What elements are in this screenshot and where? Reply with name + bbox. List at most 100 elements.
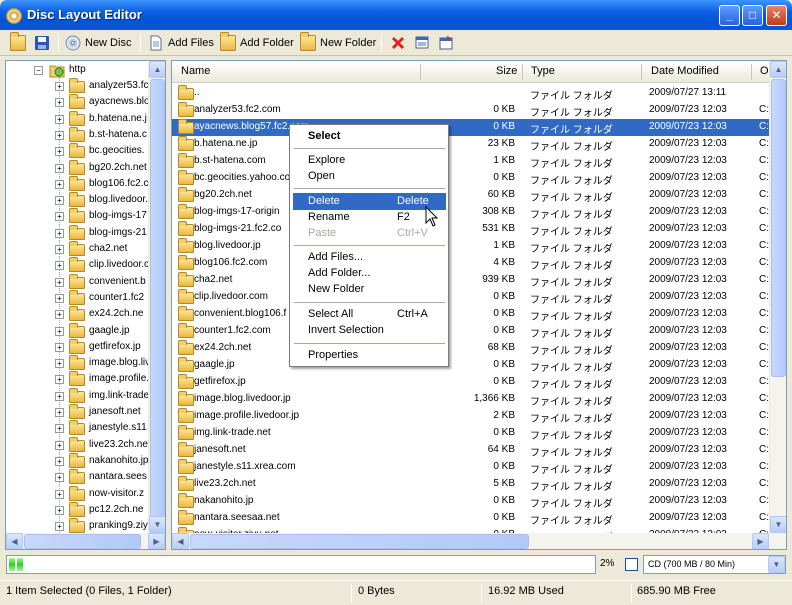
tree-item[interactable]: + b.st-hatena.c <box>6 126 156 144</box>
expand-icon[interactable]: + <box>55 277 64 287</box>
expand-icon[interactable]: + <box>55 522 64 532</box>
menu-item-delete[interactable]: Delete Delete <box>293 193 446 210</box>
scroll-thumb[interactable] <box>771 79 786 377</box>
expand-icon[interactable]: + <box>55 179 64 189</box>
expand-icon[interactable]: + <box>55 212 64 222</box>
table-row[interactable]: blog-imgs-21.fc2.co 531 KB ファイル フォルダ 2009/0… <box>172 221 772 238</box>
tree-item[interactable]: + convenient.b <box>6 273 156 291</box>
add-files-button[interactable]: Add Files <box>148 33 214 53</box>
tree-item[interactable]: + blog.livedoor. <box>6 192 156 209</box>
disc-type-select[interactable]: CD (700 MB / 80 Min) ▼ <box>643 555 786 574</box>
menu-item-rename[interactable]: Rename F2 <box>293 209 446 226</box>
open-button[interactable] <box>10 32 30 53</box>
menu-item-add-files[interactable]: Add Files... <box>293 249 446 266</box>
maximize-button[interactable]: □ <box>742 5 763 26</box>
table-row[interactable]: nakanohito.jp 0 KB ファイル フォルダ 2009/07/23 12:… <box>172 493 772 510</box>
tree-item[interactable]: + gaagle.jp <box>6 322 156 340</box>
table-row[interactable]: bc.geocities.yahoo.co 0 KB ファイル フォルダ 2009/0… <box>172 170 772 187</box>
scroll-thumb[interactable] <box>190 534 529 549</box>
scroll-left-icon[interactable]: ◀ <box>6 533 23 549</box>
table-row[interactable]: nantara.seesaa.net 0 KB ファイル フォルダ 2009/07/2… <box>172 510 772 527</box>
column-header-other[interactable]: O <box>760 65 769 77</box>
expand-icon[interactable]: + <box>55 359 64 369</box>
expand-icon[interactable]: + <box>55 424 64 434</box>
title-bar[interactable]: Disc Layout Editor _ □ ✕ <box>0 0 792 30</box>
tree-item[interactable]: + now-visitor.z <box>6 485 156 503</box>
minimize-button[interactable]: _ <box>719 5 740 26</box>
menu-item-select[interactable]: Select <box>293 128 446 145</box>
column-header-size[interactable]: Size <box>496 65 517 77</box>
menu-item-explore[interactable]: Explore <box>293 152 446 169</box>
tree-item[interactable]: + nantara.sees <box>6 469 156 486</box>
scroll-thumb[interactable] <box>150 79 165 519</box>
expand-icon[interactable]: + <box>55 408 64 417</box>
expand-icon[interactable]: + <box>55 326 64 336</box>
table-row[interactable]: bg20.2ch.net 60 KB ファイル フォルダ 2009/07/23 12:… <box>172 187 772 204</box>
column-header-date[interactable]: Date Modified <box>651 65 719 77</box>
table-row[interactable]: blog.livedoor.jp 1 KB ファイル フォルダ 2009/07/23 … <box>172 238 772 255</box>
properties-button[interactable] <box>414 33 434 53</box>
tree-item[interactable]: + pc12.2ch.ne <box>6 501 156 519</box>
tree-horizontal-scrollbar[interactable]: ◀ ▶ <box>6 533 165 549</box>
expand-icon[interactable]: + <box>55 196 64 206</box>
list-vertical-scrollbar[interactable]: ▲ ▼ <box>769 61 786 533</box>
table-row[interactable]: ex24.2ch.net 68 KB ファイル フォルダ 2009/07/23 12:… <box>172 340 772 357</box>
tree-item[interactable]: + live23.2ch.ne <box>6 436 156 454</box>
tree-item[interactable]: + ayacnews.blo <box>6 94 156 111</box>
tree-item[interactable]: + b.hatena.ne.j <box>6 110 156 128</box>
table-row[interactable]: gaagle.jp 0 KB ファイル フォルダ 2009/07/23 12:03 C: <box>172 357 772 374</box>
scroll-down-icon[interactable]: ▼ <box>770 516 786 533</box>
tree-item[interactable]: + counter1.fc2 <box>6 289 156 307</box>
menu-item-new-folder[interactable]: New Folder <box>293 281 446 298</box>
expand-icon[interactable]: + <box>55 130 64 140</box>
table-row[interactable]: .. ファイル フォルダ 2009/07/27 13:11 <box>172 85 772 102</box>
collapse-icon[interactable]: − <box>34 66 43 75</box>
table-row[interactable]: getfirefox.jp 0 KB ファイル フォルダ 2009/07/23 12:… <box>172 374 772 391</box>
new-folder-button[interactable]: New Folder <box>300 32 376 53</box>
tree-item[interactable]: + image.profile. <box>6 371 156 388</box>
folder-tree[interactable]: − http + analyzer53.fc + ayacnews.blo + b.hat… <box>5 60 166 550</box>
scroll-right-icon[interactable]: ▶ <box>148 533 165 549</box>
table-row[interactable]: analyzer53.fc2.com 0 KB ファイル フォルダ 2009/07/2… <box>172 102 772 119</box>
tree-vertical-scrollbar[interactable]: ▲ ▼ <box>148 61 165 533</box>
expand-icon[interactable]: + <box>55 391 64 401</box>
tree-item[interactable]: + bg20.2ch.net <box>6 159 156 177</box>
table-row[interactable]: counter1.fc2.com 0 KB ファイル フォルダ 2009/07/23 … <box>172 323 772 340</box>
tree-item[interactable]: + nakanohito.jp <box>6 452 156 470</box>
tree-item[interactable]: + cha2.net <box>6 241 156 258</box>
expand-icon[interactable]: + <box>55 310 64 320</box>
expand-icon[interactable]: + <box>55 456 64 466</box>
table-row[interactable]: ayacnews.blog57.fc2.com 0 KB ファイル フォルダ 2009… <box>172 119 772 136</box>
scroll-left-icon[interactable]: ◀ <box>172 533 189 549</box>
tree-item[interactable]: + img.link-trade <box>6 387 156 405</box>
tree-item-root[interactable]: − http <box>6 62 156 79</box>
table-row[interactable]: convenient.blog106.f 0 KB ファイル フォルダ 2009/07… <box>172 306 772 323</box>
table-row[interactable]: cha2.net 939 KB ファイル フォルダ 2009/07/23 12:03 C… <box>172 272 772 289</box>
tree-item[interactable]: + blog-imgs-17 <box>6 208 156 225</box>
table-row[interactable]: b.st-hatena.com 1 KB ファイル フォルダ 2009/07/23 1… <box>172 153 772 170</box>
refresh-button[interactable] <box>438 33 458 53</box>
capacity-checkbox[interactable] <box>625 558 638 571</box>
table-row[interactable]: img.link-trade.net 0 KB ファイル フォルダ 2009/07/2… <box>172 425 772 442</box>
expand-icon[interactable]: + <box>55 98 64 108</box>
scroll-up-icon[interactable]: ▲ <box>149 61 165 78</box>
table-row[interactable]: blog106.fc2.com 4 KB ファイル フォルダ 2009/07/23 1… <box>172 255 772 272</box>
delete-button[interactable] <box>390 33 410 53</box>
expand-icon[interactable]: + <box>55 489 64 499</box>
expand-icon[interactable]: + <box>55 82 64 91</box>
table-row[interactable]: image.profile.livedoor.jp 2 KB ファイル フォルダ 20… <box>172 408 772 425</box>
expand-icon[interactable]: + <box>55 505 64 515</box>
expand-icon[interactable]: + <box>55 114 64 124</box>
expand-icon[interactable]: + <box>55 293 64 303</box>
add-folder-button[interactable]: Add Folder <box>220 32 294 53</box>
expand-icon[interactable]: + <box>55 147 64 157</box>
expand-icon[interactable]: + <box>55 375 64 385</box>
tree-item[interactable]: + image.blog.live <box>6 355 156 372</box>
table-row[interactable]: janestyle.s11.xrea.com 0 KB ファイル フォルダ 2009/… <box>172 459 772 476</box>
menu-item-invert-selection[interactable]: Invert Selection <box>293 322 446 339</box>
file-list[interactable]: Name Size Type Date Modified O .. ファイル フォ… <box>171 60 787 550</box>
tree-item[interactable]: + janesoft.net <box>6 404 156 421</box>
expand-icon[interactable]: + <box>55 261 64 271</box>
expand-icon[interactable]: + <box>55 163 64 173</box>
save-button[interactable] <box>34 33 54 53</box>
